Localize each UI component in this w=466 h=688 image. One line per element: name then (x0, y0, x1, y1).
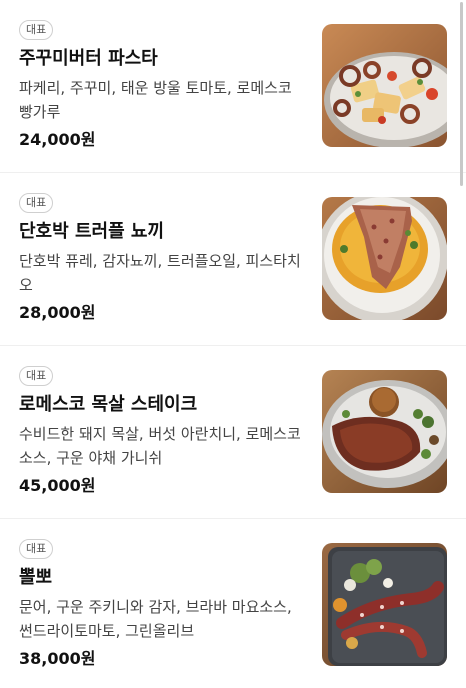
menu-item-price: 24,000원 (19, 130, 96, 149)
signature-badge: 대표 (19, 539, 54, 559)
pasta-dish-photo[interactable] (322, 24, 447, 147)
menu-item-name: 로메스코 목살 스테이크 (19, 394, 198, 415)
menu-item-price: 28,000원 (19, 303, 96, 322)
menu-item-description: 문어, 구운 주키니와 감자, 브라바 마요소스, 썬드라이토마토, 그린올리브 (19, 598, 292, 640)
signature-badge: 대표 (19, 366, 54, 386)
menu-item[interactable]: 대표 로메스코 목살 스테이크 수비드한 돼지 목살, 버섯 아란치니, 로메스… (0, 346, 466, 519)
menu-item-name: 주꾸미버터 파스타 (19, 48, 158, 69)
steak-dish-photo[interactable] (322, 370, 447, 493)
signature-badge: 대표 (19, 193, 54, 213)
menu-list: 대표 주꾸미버터 파스타 파케리, 주꾸미, 태운 방울 토마토, 로메스코 빵… (0, 0, 466, 688)
menu-item[interactable]: 대표 단호박 트러플 뇨끼 단호박 퓨레, 감자뇨끼, 트러플오일, 피스타치오… (0, 173, 466, 346)
menu-item-price: 38,000원 (19, 649, 96, 668)
menu-item-description: 단호박 퓨레, 감자뇨끼, 트러플오일, 피스타치오 (19, 252, 301, 294)
menu-item-name: 뽈뽀 (19, 567, 53, 588)
menu-item-name: 단호박 트러플 뇨끼 (19, 221, 165, 242)
signature-badge: 대표 (19, 20, 54, 40)
menu-item-price: 45,000원 (19, 476, 96, 495)
menu-item-description: 파케리, 주꾸미, 태운 방울 토마토, 로메스코 빵가루 (19, 79, 292, 121)
gnocchi-dish-photo[interactable] (322, 197, 447, 320)
octopus-dish-photo[interactable] (322, 543, 447, 666)
menu-item[interactable]: 대표 주꾸미버터 파스타 파케리, 주꾸미, 태운 방울 토마토, 로메스코 빵… (0, 0, 466, 173)
menu-item-description: 수비드한 돼지 목살, 버섯 아란치니, 로메스코소스, 구운 야채 가니쉬 (19, 425, 301, 467)
menu-item[interactable]: 대표 뽈뽀 문어, 구운 주키니와 감자, 브라바 마요소스, 썬드라이토마토,… (0, 519, 466, 688)
scrollbar[interactable] (460, 2, 463, 186)
